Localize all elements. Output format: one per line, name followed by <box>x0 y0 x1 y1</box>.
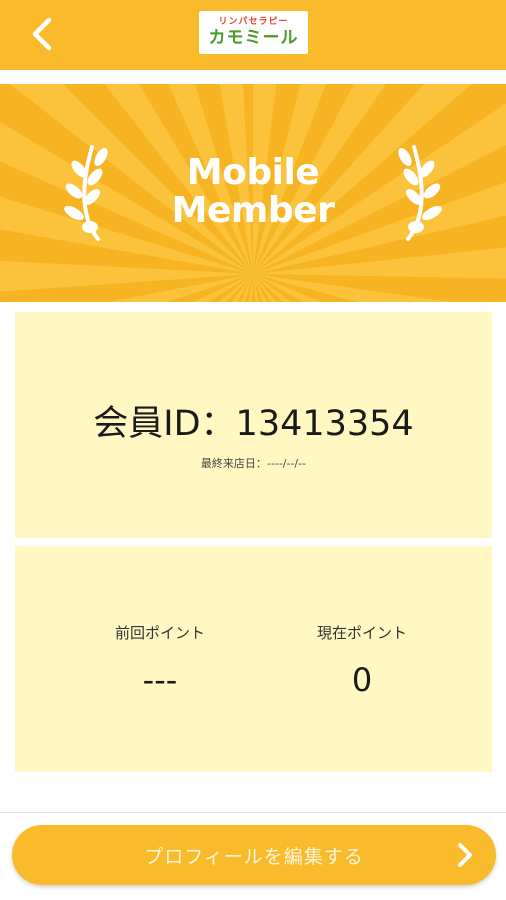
current-points-value: 0 <box>351 661 373 699</box>
bottom-divider <box>0 812 506 813</box>
points-card: 前回ポイント --- 現在ポイント 0 <box>15 546 492 772</box>
laurel-right-icon <box>398 145 442 241</box>
chevron-left-icon <box>32 17 52 51</box>
current-points-label: 現在ポイント <box>316 624 407 642</box>
edit-profile-label: プロフィールを編集する <box>144 845 364 868</box>
edit-profile-button[interactable]: プロフィールを編集する <box>12 825 496 885</box>
back-button[interactable] <box>22 12 62 56</box>
member-banner: Mobile Member <box>0 84 506 302</box>
chevron-right-icon <box>458 843 472 867</box>
last-visit-date: 最終来店日：----/--/-- <box>200 457 307 470</box>
header-divider <box>0 70 506 84</box>
logo-tagline: リンパセラピー <box>218 17 289 27</box>
logo-name: カモミール <box>208 28 299 48</box>
member-id-card: 会員ID：13413354 最終来店日：----/--/-- <box>15 312 492 538</box>
previous-points-label: 前回ポイント <box>114 624 205 642</box>
member-id: 会員ID：13413354 <box>93 404 414 444</box>
brand-logo: リンパセラピー カモミール <box>199 11 308 54</box>
member-content: 会員ID：13413354 最終来店日：----/--/-- 前回ポイント --… <box>0 302 506 812</box>
previous-points-value: --- <box>142 661 178 699</box>
app-header: リンパセラピー カモミール <box>0 0 506 70</box>
